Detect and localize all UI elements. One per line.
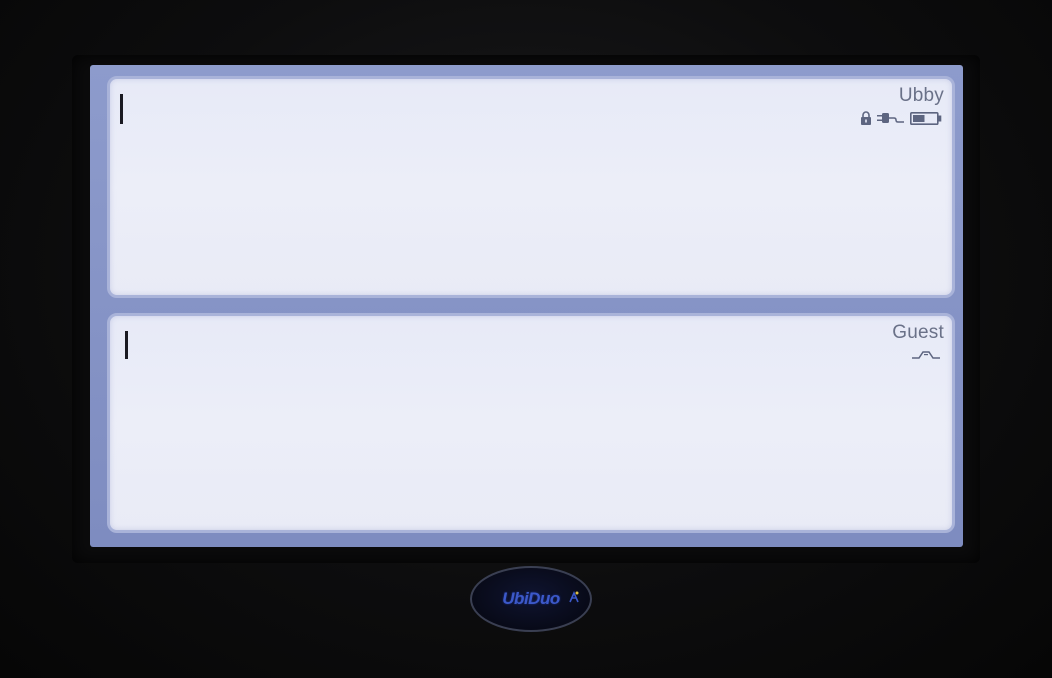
ubiduo-device: Ubby Guest UbiDuo: [0, 0, 1052, 678]
keyboard-icon: [912, 351, 940, 359]
plug-icon: [877, 113, 904, 123]
status-icons: [860, 111, 942, 125]
guest-user-panel[interactable]: Guest: [107, 313, 955, 533]
text-cursor: [120, 94, 123, 124]
lock-icon: [861, 111, 871, 125]
local-user-panel[interactable]: Ubby: [107, 76, 955, 298]
logo-mark-icon: [569, 591, 579, 603]
guest-user-label: Guest: [892, 322, 944, 343]
text-cursor: [125, 331, 128, 359]
battery-icon: [910, 111, 942, 125]
brand-logo-text: UbiDuo: [502, 589, 560, 608]
guest-status-icons: [910, 350, 942, 360]
local-user-label: Ubby: [898, 85, 944, 106]
brand-logo: UbiDuo: [470, 566, 592, 632]
